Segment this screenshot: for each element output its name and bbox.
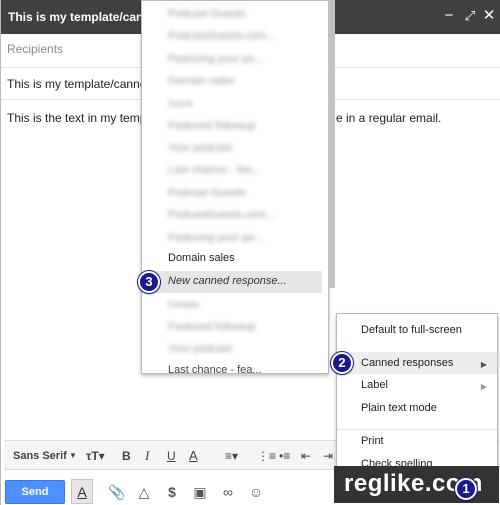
bulleted-list-icon[interactable]: •≡	[279, 448, 290, 464]
link-icon[interactable]: ∞	[218, 482, 238, 502]
formatting-options-button[interactable]: A	[71, 479, 93, 504]
underline-icon[interactable]: U	[167, 448, 176, 464]
insert-item[interactable]: PodcastGuests.com...	[168, 25, 323, 47]
save-section-header: Save	[168, 98, 194, 110]
save-item[interactable]: Podcast Guests	[168, 182, 323, 204]
submenu-arrow-icon: ▶	[480, 382, 487, 391]
insert-item[interactable]: Featuring your po...	[168, 48, 323, 70]
font-size-icon[interactable]: τT▾	[86, 448, 105, 464]
subject-text: This is my template/canned response	[7, 77, 142, 91]
minimize-icon[interactable]: −	[441, 7, 457, 25]
scrollbar[interactable]	[328, 0, 335, 288]
text-color-icon[interactable]: A	[189, 448, 198, 464]
delete-item[interactable]: Your podcast	[168, 338, 323, 360]
menu-item-canned-responses[interactable]: Canned responses	[361, 357, 453, 369]
compose-title: This is my template/canned response	[8, 10, 143, 24]
save-item-domain-sales[interactable]: Domain sales	[168, 252, 235, 264]
save-item[interactable]: Your podcast	[168, 137, 323, 159]
new-canned-response-item[interactable]: New canned response...	[168, 275, 287, 287]
chevron-down-icon[interactable]: ▼	[69, 448, 77, 464]
delete-item[interactable]: Featured followup	[168, 316, 323, 338]
save-item[interactable]: Last chance - fea...	[168, 159, 323, 181]
send-button[interactable]: Send	[5, 480, 65, 504]
step-badge-3: 3	[138, 271, 160, 293]
step-badge-2: 2	[331, 352, 353, 374]
menu-item-print[interactable]: Print	[361, 435, 384, 447]
insert-item[interactable]: Podcast Guests	[168, 3, 323, 25]
save-item[interactable]: Featuring your po...	[168, 227, 323, 249]
indent-less-icon[interactable]: ⇤	[301, 448, 311, 464]
money-icon[interactable]: $	[162, 482, 182, 502]
recipients-placeholder: Recipients	[7, 42, 64, 56]
close-icon[interactable]: ✕	[481, 7, 497, 25]
menu-item-full-screen[interactable]: Default to full-screen	[361, 324, 462, 336]
numbered-list-icon[interactable]: ⋮≡	[257, 448, 276, 464]
body-text[interactable]: This is the text in my template	[7, 111, 142, 125]
popout-icon[interactable]: ⤢	[462, 7, 478, 25]
emoji-icon[interactable]: ☺	[246, 482, 266, 502]
italic-icon[interactable]: I	[145, 448, 149, 464]
body-text-continued[interactable]: e in a regular email.	[336, 111, 441, 125]
align-icon[interactable]: ≡▾	[225, 448, 238, 464]
save-item[interactable]: Featured followup	[168, 115, 323, 137]
more-options-menu: Default to full-screen Canned responses …	[336, 313, 498, 470]
save-item[interactable]: PodcastGuests.com...	[168, 204, 323, 226]
menu-divider	[337, 429, 497, 430]
insert-item[interactable]: Domain sales	[168, 70, 323, 92]
drive-icon[interactable]: △	[134, 482, 154, 502]
delete-item[interactable]: Last chance - fea...	[168, 364, 262, 373]
menu-item-label[interactable]: Label	[361, 379, 388, 391]
canned-responses-menu: Podcast Guests PodcastGuests.com... Feat…	[141, 0, 329, 374]
attach-icon[interactable]: 📎	[107, 482, 127, 502]
indent-more-icon[interactable]: ⇥	[323, 448, 333, 464]
bold-icon[interactable]: B	[122, 448, 131, 464]
step-badge-1: 1	[455, 478, 477, 500]
compose-window: This is my template/canned response − ⤢ …	[0, 0, 500, 505]
menu-item-plain-text[interactable]: Plain text mode	[361, 402, 437, 414]
photo-icon[interactable]: ▣	[190, 482, 210, 502]
submenu-arrow-icon: ▶	[480, 360, 487, 369]
font-select[interactable]: Sans Serif	[13, 448, 67, 464]
delete-section-header: Delete	[168, 299, 200, 311]
